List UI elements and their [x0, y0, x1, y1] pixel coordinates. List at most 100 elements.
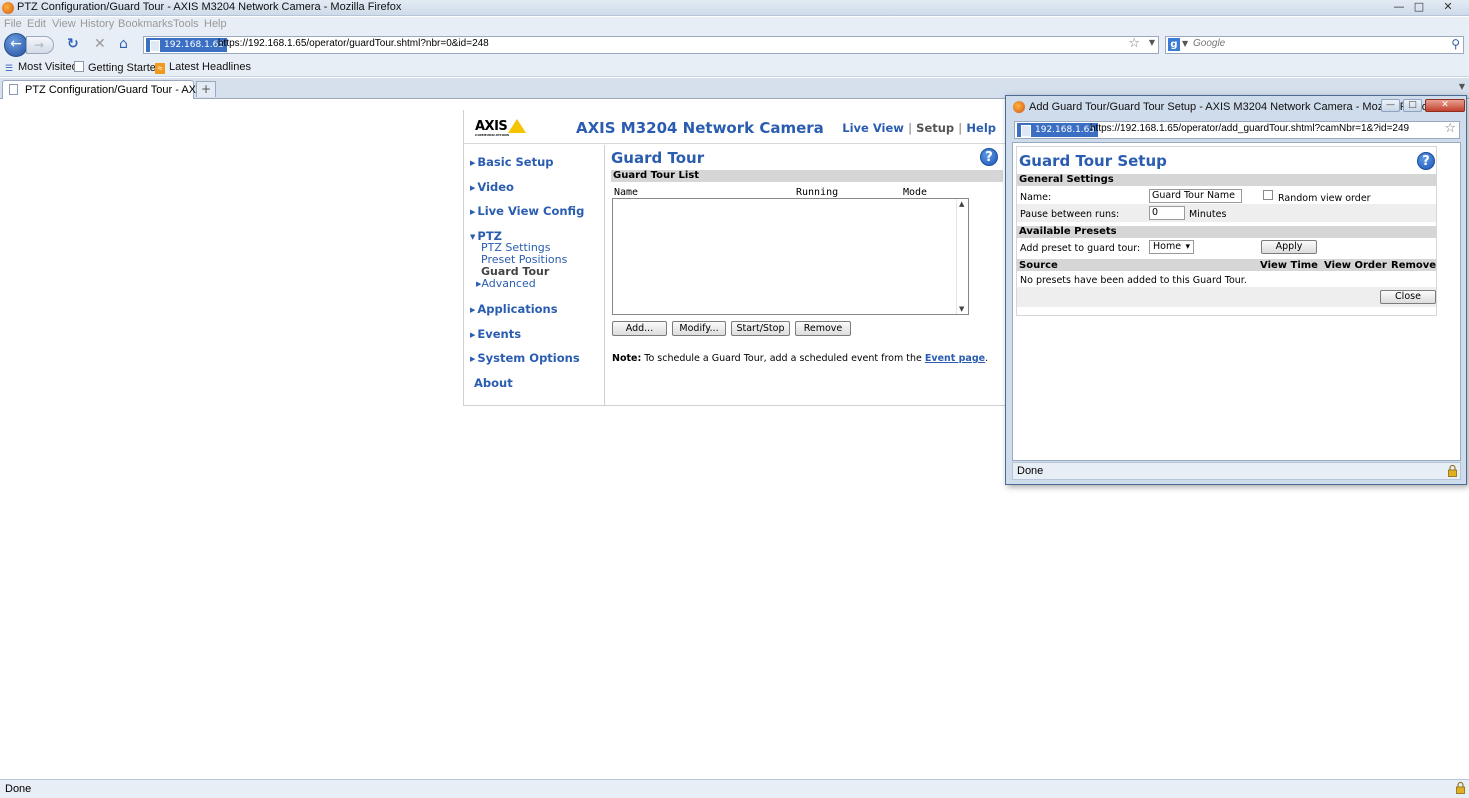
popup-site-identity[interactable]: 192.168.1.65	[1017, 123, 1099, 137]
no-presets-message: No presets have been added to this Guard…	[1020, 275, 1247, 286]
site-identity-button[interactable]: 192.168.1.65	[146, 38, 228, 52]
pause-between-runs-label: Pause between runs:	[1020, 209, 1120, 220]
help-icon[interactable]: ?	[1417, 152, 1435, 170]
guard-tour-listbox[interactable]: ▲ ▼	[612, 198, 969, 315]
menu-bookmarks[interactable]: Bookmarks	[118, 18, 173, 30]
nav-live-view-config[interactable]: ▶ Live View Config	[470, 204, 584, 218]
bookmark-latest-headlines[interactable]: ≈ Latest Headlines	[155, 61, 251, 74]
help-link[interactable]: Help	[966, 121, 996, 135]
url-bar[interactable]: 192.168.1.65 https://192.168.1.65/operat…	[143, 36, 1159, 54]
setup-sidebar: ▶ Basic Setup ▶ Video ▶ Live View Config ▼ P…	[464, 145, 605, 406]
window-title: PTZ Configuration/Guard Tour - AXIS M320…	[17, 1, 402, 13]
chevron-right-icon: ▶	[470, 208, 476, 216]
tab-list-icon[interactable]: ▼	[1459, 82, 1465, 91]
column-remove: Remove	[1391, 260, 1437, 271]
google-icon[interactable]: g	[1168, 38, 1180, 51]
popup-close-button[interactable]: ✕	[1425, 99, 1465, 112]
menu-file[interactable]: File	[4, 18, 22, 30]
search-icon[interactable]: ⚲	[1451, 37, 1460, 51]
guard-tour-setup-popup: Add Guard Tour/Guard Tour Setup - AXIS M…	[1005, 95, 1467, 485]
close-window-button[interactable]: ✕	[1438, 0, 1458, 14]
live-view-link[interactable]: Live View	[842, 121, 904, 135]
column-mode: Mode	[903, 187, 928, 198]
maximize-button[interactable]: □	[1409, 0, 1429, 14]
page-header: AXIS COMMUNICATIONS AXIS M3204 Network C…	[464, 110, 1024, 144]
bookmark-star-icon[interactable]: ☆	[1444, 121, 1456, 136]
scroll-up-icon[interactable]: ▲	[959, 200, 964, 208]
firefox-icon	[2, 2, 14, 14]
column-name: Name	[614, 187, 639, 198]
url-text[interactable]: https://192.168.1.65/operator/guardTour.…	[218, 38, 489, 49]
forward-button[interactable]: → ▾	[26, 36, 54, 68]
axis-logo: AXIS COMMUNICATIONS	[475, 119, 526, 137]
search-bar[interactable]: g ▼ Google ⚲	[1165, 36, 1464, 54]
popup-url-text[interactable]: https://192.168.1.65/operator/add_guardT…	[1090, 123, 1409, 134]
start-stop-button[interactable]: Start/Stop	[731, 321, 790, 336]
event-page-link[interactable]: Event page	[925, 353, 985, 364]
popup-window-title: Add Guard Tour/Guard Tour Setup - AXIS M…	[1029, 101, 1434, 113]
chevron-right-icon: ▶	[470, 331, 476, 339]
listbox-scrollbar[interactable]: ▲ ▼	[956, 199, 968, 314]
apply-button[interactable]: Apply	[1261, 240, 1317, 254]
popup-minimize-button[interactable]: —	[1381, 99, 1400, 112]
minimize-button[interactable]: —	[1389, 0, 1409, 14]
bookmark-getting-started[interactable]: Getting Started	[74, 61, 162, 74]
nav-video[interactable]: ▶ Video	[470, 180, 514, 194]
page-icon	[74, 61, 84, 72]
chevron-right-icon: ▶	[470, 355, 476, 363]
popup-url-bar[interactable]: 192.168.1.65 https://192.168.1.65/operat…	[1014, 121, 1460, 139]
new-tab-button[interactable]: +	[196, 81, 216, 97]
column-running: Running	[796, 187, 839, 198]
guard-tour-setup-panel: Guard Tour Setup ? General Settings Name…	[1016, 146, 1437, 316]
tab-title: PTZ Configuration/Guard Tour - AXIS...	[25, 84, 216, 96]
page-title: Guard Tour	[611, 149, 705, 167]
popup-content: Guard Tour Setup ? General Settings Name…	[1012, 142, 1461, 461]
guard-tour-name-input[interactable]: Guard Tour Name	[1149, 189, 1242, 203]
chevron-right-icon: ▶	[470, 306, 476, 314]
setup-link[interactable]: Setup	[916, 121, 954, 135]
search-input[interactable]: Google	[1193, 38, 1225, 49]
page-icon	[9, 84, 18, 95]
nav-basic-setup[interactable]: ▶ Basic Setup	[470, 155, 554, 169]
random-view-order-checkbox[interactable]	[1263, 190, 1273, 200]
close-row	[1017, 287, 1436, 307]
scroll-down-icon[interactable]: ▼	[959, 305, 964, 313]
stop-icon[interactable]: ✕	[94, 37, 106, 51]
axis-setup-page: AXIS COMMUNICATIONS AXIS M3204 Network C…	[463, 110, 1024, 406]
back-button[interactable]: ←	[4, 33, 28, 57]
preset-select[interactable]: Home	[1149, 240, 1194, 254]
close-button[interactable]: Close	[1380, 290, 1436, 304]
column-source: Source	[1019, 260, 1058, 271]
nav-system-options[interactable]: ▶ System Options	[470, 351, 580, 365]
tab-guard-tour[interactable]: PTZ Configuration/Guard Tour - AXIS...	[2, 80, 216, 99]
bookmark-most-visited[interactable]: ☰ Most Visited	[4, 61, 78, 74]
axis-logo-triangle-icon	[508, 119, 526, 133]
menu-edit[interactable]: Edit	[27, 18, 46, 30]
reload-icon[interactable]: ↻	[67, 37, 79, 51]
nav-advanced[interactable]: ▶Advanced	[476, 277, 536, 290]
nav-events[interactable]: ▶ Events	[470, 327, 521, 341]
add-button[interactable]: Add...	[612, 321, 667, 336]
menu-view[interactable]: View	[52, 18, 76, 30]
chevron-right-icon: ▶	[470, 159, 476, 167]
home-icon[interactable]: ⌂	[119, 37, 128, 51]
search-engine-dropdown-icon[interactable]: ▼	[1182, 39, 1188, 48]
menu-history[interactable]: History	[80, 18, 114, 30]
popup-titlebar: Add Guard Tour/Guard Tour Setup - AXIS M…	[1006, 96, 1466, 116]
guard-tour-list-header: Guard Tour List	[611, 170, 1003, 182]
menu-bar: File Edit View History Bookmarks Tools H…	[0, 17, 1469, 32]
menu-tools[interactable]: Tools	[173, 18, 199, 30]
help-icon[interactable]: ?	[980, 148, 998, 166]
nav-applications[interactable]: ▶ Applications	[470, 302, 558, 316]
schedule-note: Note: To schedule a Guard Tour, add a sc…	[612, 353, 989, 364]
modify-button[interactable]: Modify...	[672, 321, 726, 336]
remove-button[interactable]: Remove	[795, 321, 851, 336]
nav-about[interactable]: About	[474, 376, 513, 390]
popup-maximize-button[interactable]: □	[1403, 99, 1422, 112]
popup-status-bar: Done	[1012, 462, 1461, 480]
top-links: Live View | Setup | Help	[842, 121, 996, 135]
pause-minutes-input[interactable]: 0	[1149, 206, 1185, 220]
url-history-dropdown-icon[interactable]: ▼	[1149, 38, 1155, 47]
menu-help[interactable]: Help	[204, 18, 227, 30]
bookmark-star-icon[interactable]: ☆	[1128, 36, 1140, 51]
